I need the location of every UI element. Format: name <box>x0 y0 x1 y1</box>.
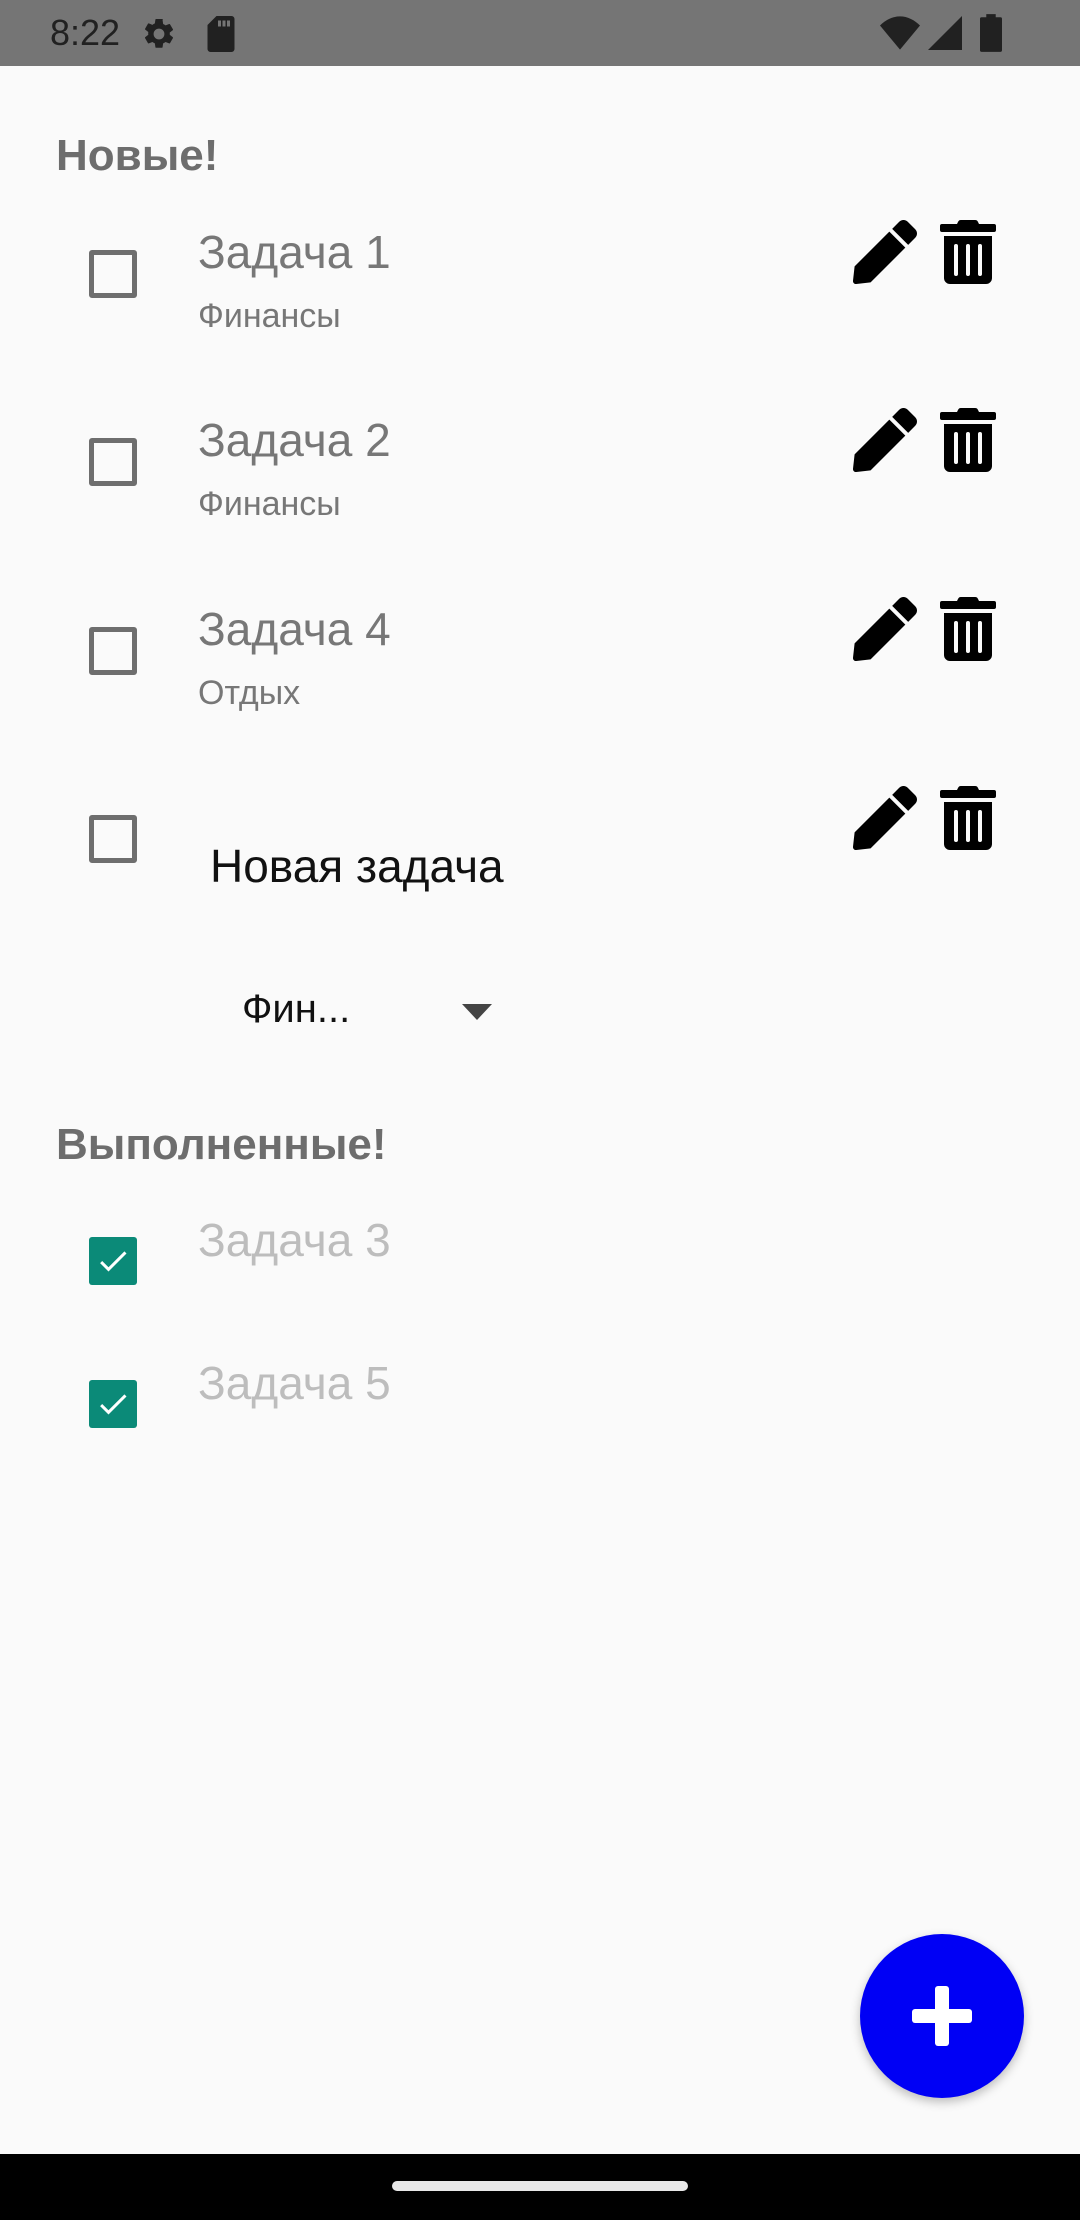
new-section-title: Новые! <box>56 131 219 180</box>
task-list-screen: Новые! Задача 1 Финансы Задача 2 Финансы… <box>0 66 1080 2154</box>
task-title: Задача 1 <box>198 226 391 278</box>
edit-icon[interactable] <box>852 219 917 284</box>
trash-icon[interactable] <box>936 407 1000 472</box>
new-task-editor: Новая задача <box>0 785 1080 988</box>
status-time: 8:22 <box>50 12 121 53</box>
task-checkbox[interactable] <box>89 627 137 675</box>
task-checkbox[interactable] <box>89 815 137 863</box>
task-title: Задача 4 <box>198 603 391 655</box>
category-dropdown-value: Фин... <box>242 987 351 1031</box>
trash-icon[interactable] <box>936 786 1000 850</box>
task-category: Финансы <box>198 297 341 335</box>
task-checkbox-checked[interactable] <box>89 1237 137 1285</box>
new-task-input[interactable]: Новая задача <box>210 838 504 894</box>
home-gesture-handle[interactable] <box>392 2181 688 2191</box>
settings-icon <box>141 16 177 57</box>
task-category: Отдых <box>198 674 301 712</box>
task-title: Задача 3 <box>198 1214 391 1266</box>
edit-icon[interactable] <box>852 596 917 661</box>
category-dropdown[interactable]: Фин... <box>242 974 512 1054</box>
edit-icon[interactable] <box>852 407 917 472</box>
task-checkbox[interactable] <box>89 250 137 298</box>
add-task-button[interactable] <box>860 1934 1024 2098</box>
check-icon <box>100 1251 127 1272</box>
task-row: Задача 2 Финансы <box>0 407 1080 602</box>
task-checkbox-checked[interactable] <box>89 1380 137 1428</box>
trash-icon[interactable] <box>936 219 1000 284</box>
done-task-row: Задача 3 <box>0 1212 1080 1352</box>
task-category: Финансы <box>198 485 341 523</box>
task-checkbox[interactable] <box>89 438 137 486</box>
task-title: Задача 2 <box>198 414 391 466</box>
battery-icon <box>980 14 1002 57</box>
done-section-title: Выполненные! <box>56 1120 387 1169</box>
navigation-bar <box>0 2154 1080 2220</box>
task-row: Задача 1 Финансы <box>0 219 1080 414</box>
plus-icon <box>912 1986 972 2046</box>
dropdown-arrow-icon <box>462 1004 492 1025</box>
task-title: Задача 5 <box>198 1357 391 1409</box>
wifi-icon <box>880 16 920 55</box>
sd-card-icon <box>206 16 236 57</box>
edit-icon[interactable] <box>852 785 917 850</box>
done-task-row: Задача 5 <box>0 1355 1080 1495</box>
signal-icon <box>928 16 962 55</box>
trash-icon[interactable] <box>936 597 1000 661</box>
task-row: Задача 4 Отдых <box>0 596 1080 791</box>
check-icon <box>100 1394 127 1415</box>
status-bar: 8:22 <box>0 0 1080 66</box>
